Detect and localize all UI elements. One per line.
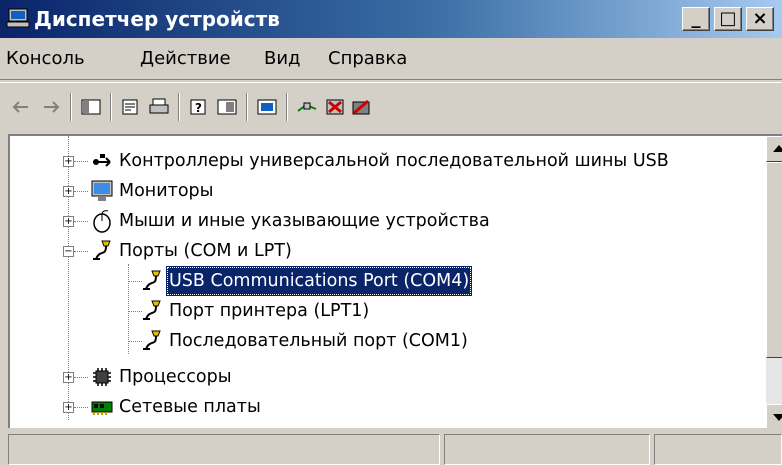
properties-icon[interactable]	[120, 97, 142, 117]
expand-toggle[interactable]: +	[63, 156, 74, 167]
status-bar	[0, 430, 782, 465]
port-icon	[93, 240, 111, 260]
status-panel	[654, 434, 782, 465]
menu-bar: Консоль Действие Вид Справка	[0, 40, 782, 80]
scan-hardware-icon[interactable]	[256, 97, 278, 117]
uninstall-icon[interactable]	[324, 97, 346, 117]
menu-console[interactable]: Консоль	[6, 48, 85, 70]
tree-item-label: USB Communications Port (COM4)	[166, 266, 473, 296]
scroll-up-button[interactable]	[766, 136, 782, 162]
tree-item-label: Контроллеры универсальной последовательн…	[119, 151, 669, 171]
toolbar-separator	[70, 93, 72, 121]
menu-help[interactable]: Справка	[328, 48, 407, 70]
update-driver-icon[interactable]	[296, 97, 318, 117]
minimize-button[interactable]: _	[682, 7, 710, 31]
back-arrow-icon[interactable]	[10, 97, 32, 117]
toolbar-separator	[178, 93, 180, 121]
monitor-icon	[91, 180, 113, 201]
computer-icon	[6, 8, 30, 28]
disable-icon[interactable]	[350, 97, 372, 117]
tree-item-label: Мониторы	[119, 181, 214, 201]
arrow-down-icon	[773, 414, 782, 421]
close-button[interactable]: ×	[746, 7, 774, 31]
port-icon	[143, 300, 161, 320]
expand-toggle[interactable]: +	[63, 186, 74, 197]
mouse-icon	[93, 210, 111, 233]
expand-toggle[interactable]: +	[63, 402, 74, 413]
details-view-icon[interactable]	[216, 97, 238, 117]
device-tree[interactable]: + Контроллеры универсальной последовател…	[8, 134, 782, 428]
scroll-thumb[interactable]	[766, 162, 782, 358]
expand-toggle[interactable]: +	[63, 372, 74, 383]
tree-item-label: Сетевые платы	[119, 397, 261, 417]
svg-text:?: ?	[195, 101, 202, 115]
collapse-toggle[interactable]: −	[63, 246, 74, 257]
port-icon	[143, 330, 161, 350]
print-icon[interactable]	[148, 97, 170, 117]
port-icon	[143, 270, 161, 290]
tree-item-label: Порт принтера (LPT1)	[169, 301, 370, 321]
arrow-up-icon	[773, 145, 782, 152]
scroll-down-button[interactable]	[766, 404, 782, 428]
processor-icon	[93, 368, 111, 386]
network-card-icon	[91, 401, 113, 415]
tree-item-label: Последовательный порт (COM1)	[169, 331, 468, 351]
maximize-button[interactable]: □	[714, 7, 742, 31]
expand-toggle[interactable]: +	[63, 216, 74, 227]
usb-controller-icon	[93, 154, 111, 167]
status-panel	[444, 434, 650, 465]
vertical-scrollbar[interactable]	[766, 136, 782, 428]
menu-action[interactable]: Действие	[140, 48, 231, 70]
tree-item-label: Процессоры	[119, 367, 232, 387]
toolbar: ?	[0, 82, 782, 133]
tree-item-label: Мыши и иные указывающие устройства	[119, 211, 490, 231]
forward-arrow-icon[interactable]	[40, 97, 62, 117]
title-bar[interactable]: Диспетчер устройств _ □ ×	[0, 0, 782, 38]
show-hide-console-tree-icon[interactable]	[80, 97, 102, 117]
window-title: Диспетчер устройств	[34, 7, 280, 31]
menu-view[interactable]: Вид	[264, 48, 301, 70]
tree-item-label: Порты (COM и LPT)	[119, 241, 292, 261]
help-icon[interactable]: ?	[188, 97, 210, 117]
toolbar-separator	[246, 93, 248, 121]
toolbar-separator	[110, 93, 112, 121]
toolbar-separator	[286, 93, 288, 121]
status-panel	[8, 434, 440, 465]
